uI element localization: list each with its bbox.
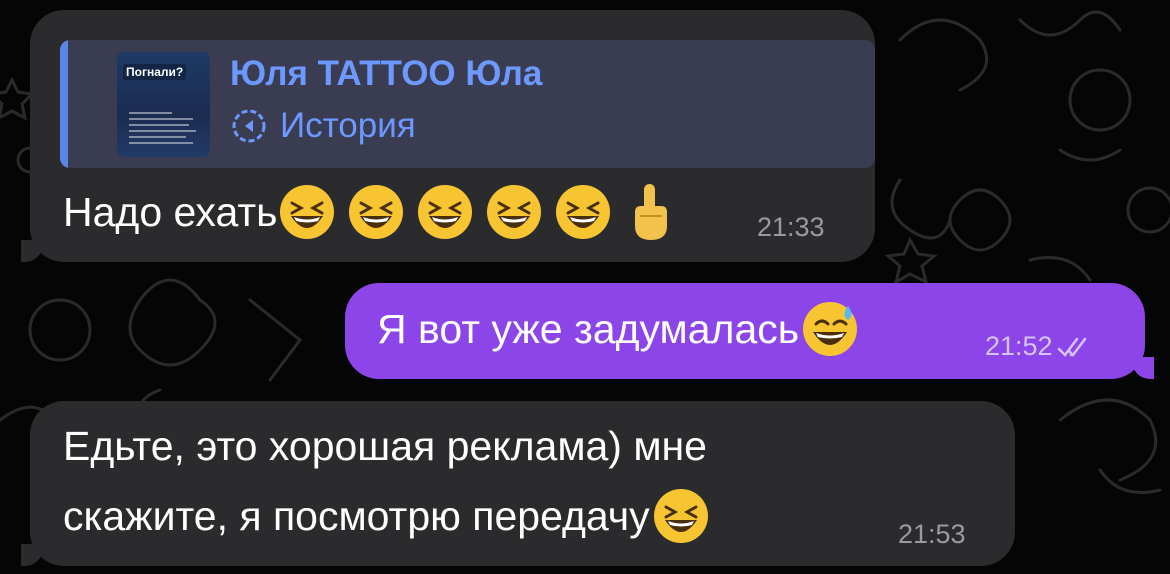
message-bubble-outgoing[interactable]: Я вот уже задумалась 21:52 [345, 283, 1154, 379]
story-thumbnail[interactable]: Погнали? [117, 52, 210, 157]
grinning-face-with-sweat-icon [803, 302, 858, 356]
story-thumbnail-title: Погнали? [123, 64, 187, 80]
bubble-tail [1132, 357, 1154, 379]
message-text-line: Едьте, это хорошая реклама) мне [63, 423, 707, 470]
grinning-squinting-face-icon [486, 185, 541, 239]
grinning-squinting-face-icon [653, 489, 708, 543]
message-time-text: 21:52 [985, 331, 1053, 361]
message-text-content: Я вот уже задумалась [377, 305, 800, 352]
grinning-squinting-face-icon [555, 185, 610, 239]
message-text-content: Едьте, это хорошая реклама) мне [63, 423, 707, 469]
reply-accent-bar [60, 40, 68, 168]
reply-author: Юля TATTOO Юла [230, 54, 543, 93]
message-time: 21:33 [757, 212, 825, 242]
reply-type-label: История [280, 106, 416, 145]
story-thumbnail-text [129, 112, 200, 148]
message-text: Надо ехать [63, 182, 672, 242]
reply-type: История [230, 106, 416, 146]
message-time: 21:52 [985, 331, 1095, 362]
grinning-squinting-face-icon [417, 185, 472, 239]
read-double-check-icon [1057, 337, 1086, 357]
message-bubble-incoming[interactable]: Едьте, это хорошая реклама) мне скажите,… [21, 401, 1015, 566]
grinning-squinting-face-icon [279, 185, 334, 239]
story-reply-icon [232, 109, 266, 143]
message-time: 21:53 [898, 519, 966, 549]
index-pointing-up-icon [634, 184, 667, 240]
chat-view: Погнали? Юля TATTOO Юла История Надо еха… [0, 0, 1170, 574]
story-reply-preview[interactable]: Погнали? Юля TATTOO Юла История [60, 40, 875, 168]
message-text-content: Надо ехать [63, 188, 278, 235]
message-text-content: скажите, я посмотрю передачу [63, 492, 650, 539]
message-bubble-incoming[interactable]: Погнали? Юля TATTOO Юла История Надо еха… [21, 10, 875, 262]
grinning-squinting-face-icon [348, 185, 403, 239]
message-text: Я вот уже задумалась [377, 300, 859, 358]
bubble-tail [21, 544, 43, 566]
bubble-tail [21, 240, 43, 262]
message-text-line: скажите, я посмотрю передачу [63, 487, 710, 545]
